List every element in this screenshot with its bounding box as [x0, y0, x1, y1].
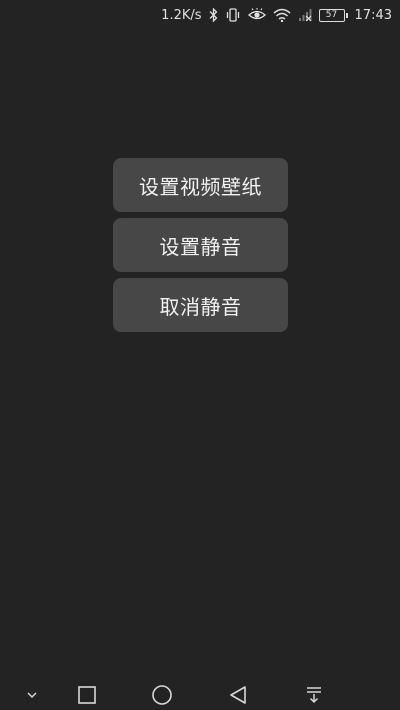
cancel-mute-button[interactable]: 取消静音: [113, 278, 288, 332]
home-circle-icon[interactable]: [142, 680, 182, 710]
status-bar: 1.2K/s 57 17:43: [0, 0, 400, 30]
set-mute-button[interactable]: 设置静音: [113, 218, 288, 272]
action-menu: 设置视频壁纸 设置静音 取消静音: [113, 158, 288, 332]
set-video-wallpaper-button[interactable]: 设置视频壁纸: [113, 158, 288, 212]
battery-level: 57: [318, 8, 345, 22]
bluetooth-icon: [209, 8, 218, 22]
back-triangle-icon[interactable]: [218, 680, 258, 710]
wifi-icon: [273, 8, 291, 22]
no-signal-icon: [298, 8, 312, 22]
screen: 1.2K/s 57 17:43 设置视频壁纸 设置静音 取消静音: [0, 0, 400, 710]
vibrate-icon: [225, 8, 241, 22]
network-speed: 1.2K/s: [161, 7, 202, 23]
eye-comfort-icon: [247, 8, 266, 22]
recents-square-icon[interactable]: [67, 680, 107, 710]
chevron-down-icon[interactable]: [12, 680, 52, 710]
status-time: 17:43: [354, 7, 392, 23]
navigation-bar: [0, 680, 400, 710]
notification-pull-icon[interactable]: [294, 680, 334, 710]
battery-icon: 57: [318, 8, 348, 22]
